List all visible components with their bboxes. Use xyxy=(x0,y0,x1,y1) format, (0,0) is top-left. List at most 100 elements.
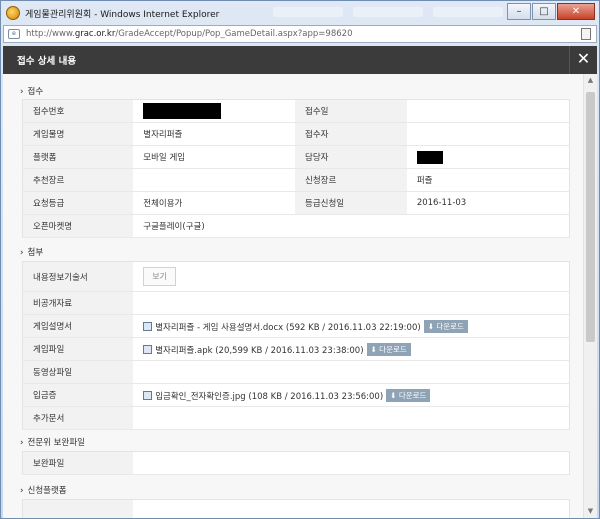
file-cell: 입금확인_전자확인증.jpg (108 KB / 2016.11.03 23:5… xyxy=(133,383,570,407)
vertical-scrollbar[interactable]: ▲ ▼ xyxy=(583,74,597,518)
ie-logo-icon xyxy=(6,6,20,20)
table-row: 오픈마켓명 구글플레이(구글) xyxy=(22,214,570,238)
row-label: 요청등급 xyxy=(22,191,134,215)
row-label: 접수일 xyxy=(295,99,407,123)
url-text[interactable]: http://www.grac.or.kr/GradeAccept/Popup/… xyxy=(26,29,352,39)
table-row: 추가문서 xyxy=(22,406,570,430)
table-row: 내용정보기술서 보기 xyxy=(22,261,570,292)
file-icon xyxy=(143,321,153,331)
redacted-block xyxy=(143,103,222,119)
row-label: 플랫폼 xyxy=(22,145,134,169)
row-label: 비공개자료 xyxy=(22,291,134,315)
file-link[interactable]: 별자리퍼즐.apk (20,599 KB / 2016.11.03 23:38:… xyxy=(155,346,363,356)
ie-window: 게임물관리위원회 - Windows Internet Explorer – □… xyxy=(0,0,600,519)
popup-close-button[interactable]: ✕ xyxy=(569,46,597,74)
row-value xyxy=(133,168,296,192)
redacted-block xyxy=(416,150,443,164)
window-controls: – □ ✕ xyxy=(507,3,595,20)
minimize-button[interactable]: – xyxy=(507,3,531,20)
row-value: 보기 xyxy=(133,261,570,292)
row-label: 신청장르 xyxy=(295,168,407,192)
table-row xyxy=(22,499,570,518)
rating-date-value: 2016-11-03 xyxy=(406,191,570,215)
open-market-value: 구글플레이(구글) xyxy=(133,214,570,238)
section-attachments-label: 첨부 xyxy=(20,246,44,258)
row-label: 추가문서 xyxy=(22,406,134,430)
row-label: 동영상파일 xyxy=(22,360,134,384)
requested-rating-value: 전체이용가 xyxy=(133,191,296,215)
popup-content: 접수 접수번호 접수일 게임물명 별자리퍼즐 접수자 플랫폼 모바일 게 xyxy=(3,74,583,518)
row-label: 게임물명 xyxy=(22,122,134,146)
row-label: 접수자 xyxy=(295,122,407,146)
file-cell: 별자리퍼즐 - 게임 사용설명서.docx (592 KB / 2016.11.… xyxy=(133,314,570,338)
address-bar[interactable]: e http://www.grac.or.kr/GradeAccept/Popu… xyxy=(3,25,597,43)
row-label: 등급신청일 xyxy=(295,191,407,215)
scroll-up-arrow-icon[interactable]: ▲ xyxy=(584,74,597,87)
section-platform-label: 신청플랫폼 xyxy=(20,484,67,496)
table-row: 보완파일 xyxy=(22,451,570,475)
expert-table: 보완파일 xyxy=(22,451,570,475)
ghost-tab xyxy=(353,7,423,17)
download-button[interactable]: ⬇ 다운로드 xyxy=(366,342,411,356)
popup-title: 접수 상세 내용 xyxy=(17,56,77,67)
view-button[interactable]: 보기 xyxy=(143,267,176,286)
table-row: 접수번호 접수일 xyxy=(22,99,570,123)
reception-table: 접수번호 접수일 게임물명 별자리퍼즐 접수자 플랫폼 모바일 게임 담당자 추… xyxy=(22,99,570,238)
row-label: 추천장르 xyxy=(22,168,134,192)
ghost-tab xyxy=(433,7,503,17)
table-row: 동영상파일 xyxy=(22,360,570,384)
row-label: 내용정보기술서 xyxy=(22,261,134,292)
table-row: 게임파일 별자리퍼즐.apk (20,599 KB / 2016.11.03 2… xyxy=(22,337,570,361)
popup-header: 접수 상세 내용 ✕ xyxy=(3,46,597,74)
table-row: 비공개자료 xyxy=(22,291,570,315)
file-cell: 별자리퍼즐.apk (20,599 KB / 2016.11.03 23:38:… xyxy=(133,337,570,361)
maximize-button[interactable]: □ xyxy=(532,3,556,20)
ghost-tab xyxy=(273,7,343,17)
document-icon[interactable] xyxy=(581,28,591,40)
row-label: 게임파일 xyxy=(22,337,134,361)
row-label: 오픈마켓명 xyxy=(22,214,134,238)
row-value xyxy=(406,122,570,146)
reception-number-value xyxy=(133,99,296,123)
section-reception-label: 접수 xyxy=(20,85,44,97)
row-value xyxy=(133,406,570,430)
close-window-button[interactable]: ✕ xyxy=(557,3,595,20)
download-button[interactable]: ⬇ 다운로드 xyxy=(423,319,468,333)
row-label: 담당자 xyxy=(295,145,407,169)
row-value xyxy=(133,291,570,315)
row-label: 접수번호 xyxy=(22,99,134,123)
game-name-value: 별자리퍼즐 xyxy=(133,122,296,146)
scroll-thumb[interactable] xyxy=(586,92,595,342)
table-row: 입금증 입금확인_전자확인증.jpg (108 KB / 2016.11.03 … xyxy=(22,383,570,407)
page-icon: e xyxy=(8,29,20,39)
section-expert-label: 전문위 보완파일 xyxy=(20,436,85,448)
row-value xyxy=(133,360,570,384)
scroll-down-arrow-icon[interactable]: ▼ xyxy=(584,505,597,518)
row-value xyxy=(133,499,570,518)
row-label: 게임설명서 xyxy=(22,314,134,338)
row-label xyxy=(22,499,134,518)
platform-value: 모바일 게임 xyxy=(133,145,296,169)
table-row: 추천장르 신청장르 퍼즐 xyxy=(22,168,570,192)
background-tabs xyxy=(273,7,503,17)
download-button[interactable]: ⬇ 다운로드 xyxy=(386,388,431,402)
file-link[interactable]: 별자리퍼즐 - 게임 사용설명서.docx (592 KB / 2016.11.… xyxy=(155,323,421,333)
row-label: 입금증 xyxy=(22,383,134,407)
platform-table xyxy=(22,499,570,518)
title-bar: 게임물관리위원회 - Windows Internet Explorer – □… xyxy=(1,1,599,25)
attachments-table: 내용정보기술서 보기 비공개자료 게임설명서 별자리퍼즐 - 게임 사용설명서.… xyxy=(22,261,570,430)
table-row: 플랫폼 모바일 게임 담당자 xyxy=(22,145,570,169)
table-row: 요청등급 전체이용가 등급신청일 2016-11-03 xyxy=(22,191,570,215)
file-icon xyxy=(143,344,153,354)
file-icon xyxy=(143,390,153,400)
file-link[interactable]: 입금확인_전자확인증.jpg (108 KB / 2016.11.03 23:5… xyxy=(155,392,383,402)
table-row: 게임설명서 별자리퍼즐 - 게임 사용설명서.docx (592 KB / 20… xyxy=(22,314,570,338)
manager-value xyxy=(406,145,570,169)
row-value xyxy=(406,99,570,123)
row-label: 보완파일 xyxy=(22,451,134,475)
page-viewport: 접수 상세 내용 ✕ 접수 접수번호 접수일 게임물명 별자리퍼즐 접수자 xyxy=(3,46,597,518)
window-title: 게임물관리위원회 - Windows Internet Explorer xyxy=(25,9,220,20)
row-value xyxy=(133,451,570,475)
table-row: 게임물명 별자리퍼즐 접수자 xyxy=(22,122,570,146)
genre-value: 퍼즐 xyxy=(406,168,570,192)
